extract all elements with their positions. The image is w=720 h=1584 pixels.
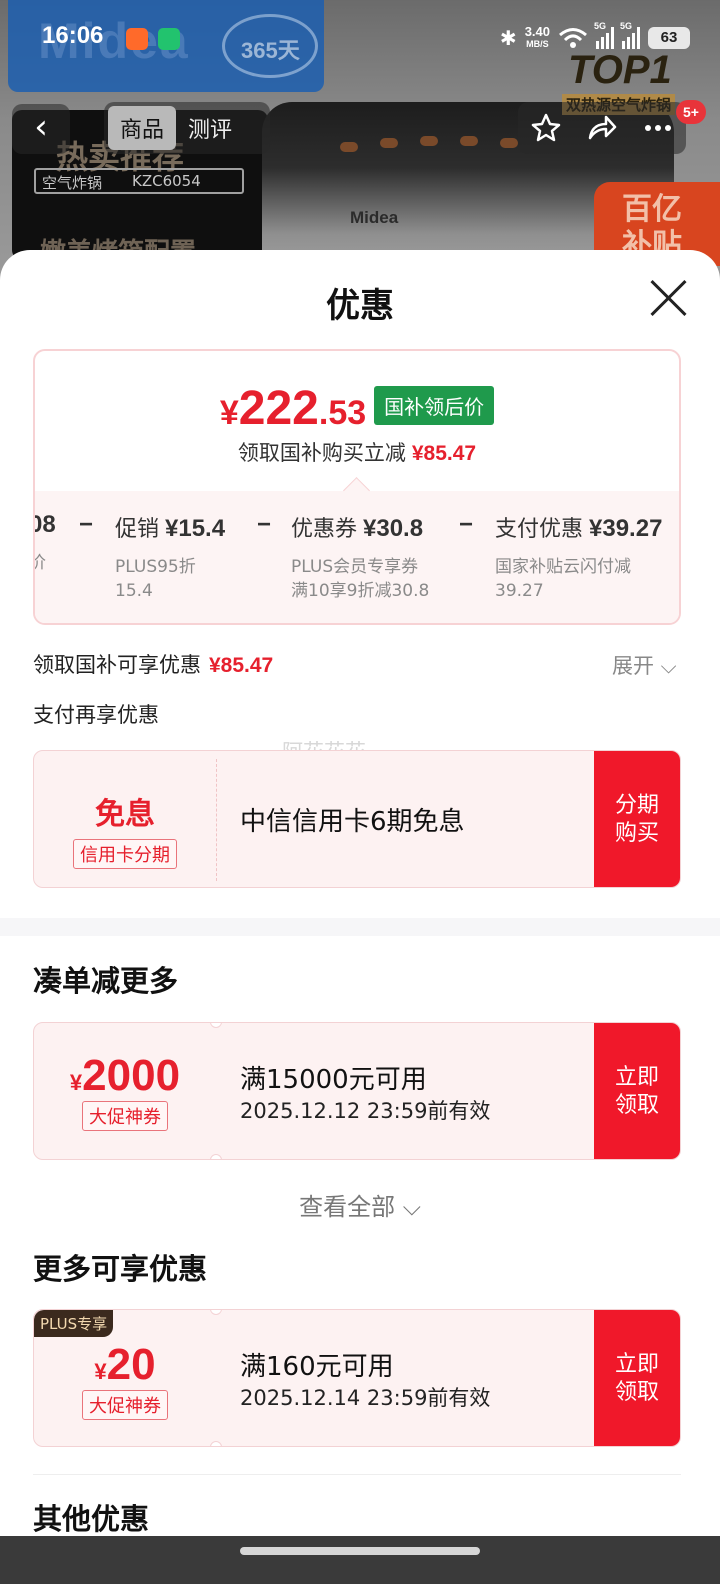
navigation-bar <box>0 1536 720 1584</box>
installment-card[interactable]: 免息 信用卡分期 中信信用卡6期免息 分期 购买 <box>33 750 681 888</box>
product-logo: Midea <box>350 208 399 227</box>
status-icons: ✱ 3.40 MB/S 5G 5G 63 <box>499 21 690 54</box>
battery-icon: 63 <box>648 27 690 49</box>
view-all-button[interactable]: 查看全部 ⌵ <box>0 1187 720 1222</box>
claim-coupon-button[interactable]: 立即 领取 <box>594 1023 680 1159</box>
guobu-discount-row: 领取国补可享优惠 ¥85.47 <box>33 653 274 677</box>
network-speed: 3.40 MB/S <box>524 24 550 49</box>
breakdown-item-promo: 促销 ¥15.4 PLUS95折 15.4 <box>115 515 226 601</box>
coupon-validity: 2025.12.12 23:59前有效 <box>240 1099 491 1123</box>
final-price: ¥222.53 <box>219 382 367 435</box>
price-breakdown[interactable]: 08 价 − 促销¥15.4 PLUS95折15.4 − 优惠券¥30.8 PL… <box>35 491 679 623</box>
claim-coupon-button[interactable]: 立即 领取 <box>594 1310 680 1446</box>
app-notification-icon <box>158 28 180 50</box>
divider <box>33 1474 681 1475</box>
nav-actions <box>518 102 686 154</box>
price-card: ¥222.53国补领后价 领取国补购买立减¥85.47 08 价 − 促销¥15… <box>33 349 681 625</box>
status-time: 16:06 <box>42 22 104 49</box>
sheet-title: 优惠 <box>326 286 394 326</box>
coupon-card[interactable]: PLUS专享 ¥20 大促神券 满160元可用 2025.12.14 23:59… <box>33 1309 681 1447</box>
discount-sheet: 优惠 ¥222.53国补领后价 领取国补购买立减¥85.47 08 价 − 促销… <box>0 250 720 1584</box>
tab-review[interactable]: 测评 <box>176 106 244 150</box>
wifi-icon <box>559 28 587 48</box>
bluetooth-icon: ✱ <box>499 26 517 50</box>
expand-button[interactable]: 展开 ⌵ <box>612 650 677 680</box>
section-separator <box>0 918 720 936</box>
share-icon[interactable] <box>586 112 618 144</box>
section-title-other: 其他优惠 <box>33 1502 150 1536</box>
signal-icon: 5G <box>594 21 614 49</box>
model-chip: 空气炸锅 KZC6054 <box>34 168 244 194</box>
service-badge: 365天 <box>222 14 318 78</box>
coupon-amount: ¥2000 <box>69 1051 181 1100</box>
signal-icon: 5G <box>620 21 640 49</box>
section-title-extra: 更多可享优惠 <box>33 1252 208 1286</box>
favorite-star-icon[interactable] <box>530 112 562 144</box>
coupon-chip: 大促神券 <box>82 1390 168 1420</box>
coupon-amount: ¥20 <box>94 1340 156 1389</box>
coupon-validity: 2025.12.14 23:59前有效 <box>240 1386 491 1410</box>
payment-discount-label: 支付再享优惠 <box>33 703 159 727</box>
cart-count-badge: 5+ <box>676 100 706 124</box>
tab-product[interactable]: 商品 <box>108 106 177 150</box>
price-tag: 国补领后价 <box>374 386 495 425</box>
close-icon[interactable] <box>648 278 688 318</box>
home-indicator[interactable] <box>240 1547 480 1555</box>
coupon-card[interactable]: ¥2000 大促神券 满15000元可用 2025.12.12 23:59前有效… <box>33 1022 681 1160</box>
coupon-condition: 满15000元可用 <box>240 1065 427 1095</box>
breakdown-item-payment: 支付优惠 ¥39.27 国家补贴云闪付减 39.27 <box>495 515 663 601</box>
app-notification-icon <box>126 28 148 50</box>
breakdown-item-coupon: 优惠券 ¥30.8 PLUS会员专享券 满10享9折减30.8 <box>291 515 430 601</box>
more-icon[interactable] <box>642 112 674 144</box>
installment-chip: 信用卡分期 <box>73 839 177 869</box>
back-button[interactable]: ‹ <box>12 104 70 154</box>
breakdown-item: 08 价 <box>35 511 56 573</box>
installment-text: 中信信用卡6期免息 <box>240 807 465 837</box>
coupon-chip: 大促神券 <box>82 1101 168 1131</box>
installment-title: 免息 <box>95 798 155 831</box>
section-title-more: 凑单减更多 <box>33 964 179 998</box>
nav-tabs: 商品 测评 <box>104 102 270 154</box>
price-subtitle: 领取国补购买立减 ¥85.47 <box>237 441 477 465</box>
coupon-condition: 满160元可用 <box>240 1352 394 1382</box>
installment-buy-button[interactable]: 分期 购买 <box>594 751 680 887</box>
